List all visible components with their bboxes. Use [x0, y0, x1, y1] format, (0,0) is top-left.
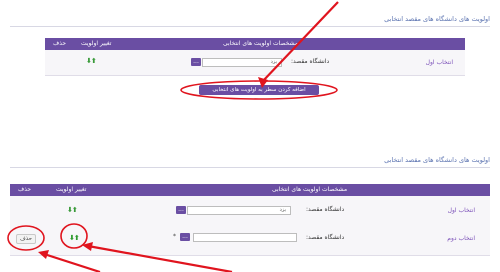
annotation-overlay [7, 1, 339, 272]
annotation-circle-arrows [60, 223, 88, 249]
annotation-arrow-line [261, 1, 339, 83]
annotation-arrow-line [43, 252, 101, 272]
annotation-arrowhead [38, 250, 49, 259]
annotation-circle-delete [7, 225, 45, 251]
annotation-arrow-line [87, 244, 233, 272]
annotation-circle-add-button [180, 80, 338, 100]
